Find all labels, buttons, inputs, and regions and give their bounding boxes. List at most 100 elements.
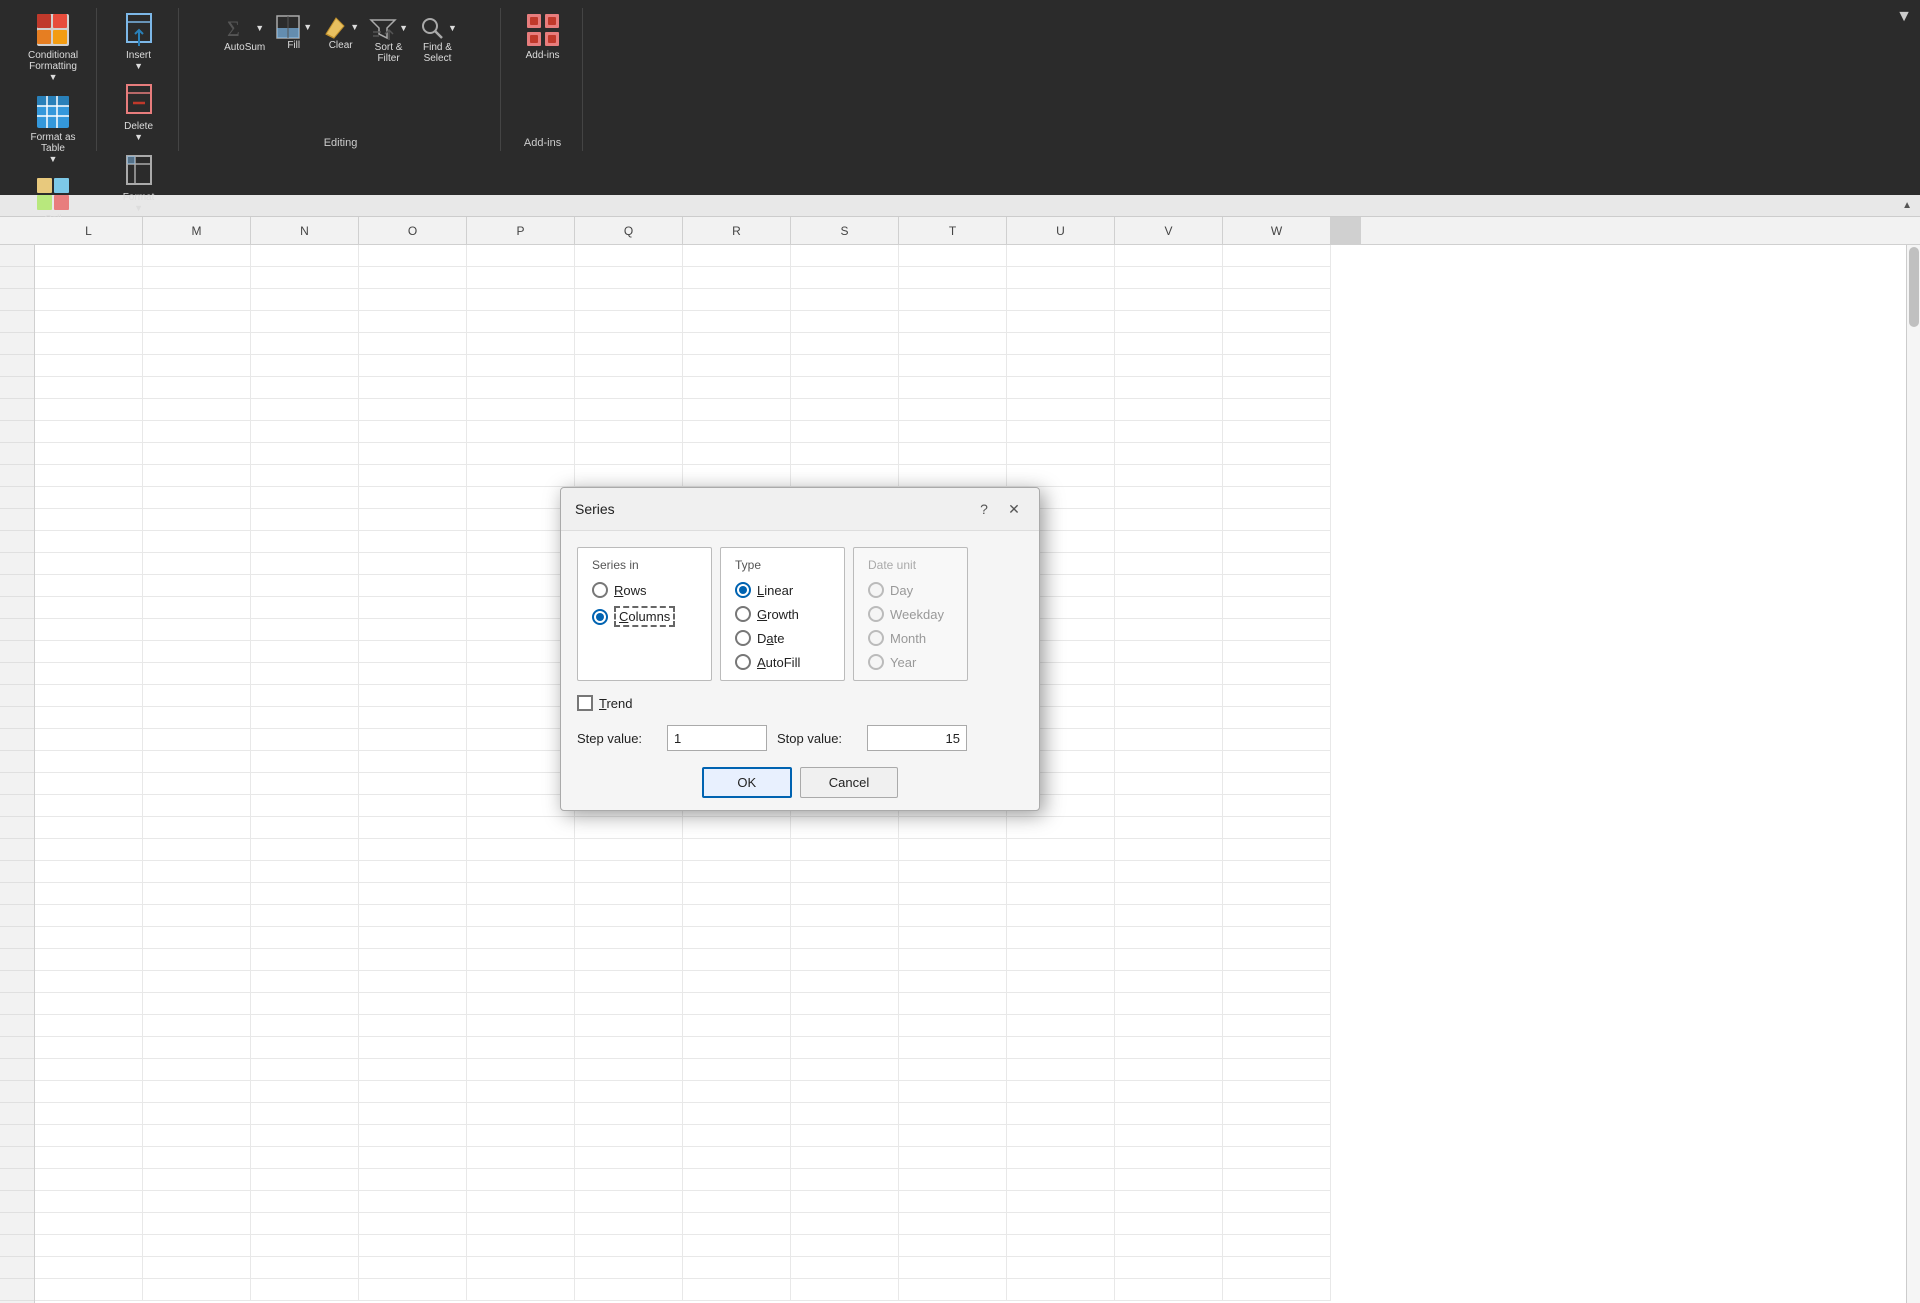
type-section: Type Linear Growth [720,547,845,681]
dialog-close-button[interactable]: ✕ [1003,498,1025,520]
year-radio[interactable] [868,654,884,670]
dialog-title-bar: Series ? ✕ [561,488,1039,531]
growth-radio[interactable] [735,606,751,622]
svg-text:Σ: Σ [227,16,240,41]
insert-button[interactable]: Insert ▼ [115,8,163,75]
date-unit-day-option[interactable]: Day [868,582,953,598]
date-radio[interactable] [735,630,751,646]
add-ins-label: Add-ins [526,50,560,61]
delete-dropdown-icon: ▼ [134,132,143,142]
delete-label: Delete [124,121,153,132]
clear-label: Clear [329,40,353,51]
cell-styles-icon [35,176,71,212]
month-label: Month [890,631,926,646]
spreadsheet: L M N O P Q R S T U V W [0,217,1920,1303]
rows-radio[interactable] [592,582,608,598]
autosum-button[interactable]: Σ ▼ AutoSum [224,14,265,53]
conditional-formatting-icon [35,12,71,48]
format-dropdown-icon: ▼ [134,203,143,213]
addins-group-label: Add-ins [524,137,561,151]
clear-button[interactable]: ▼ Clear [322,14,359,51]
fill-icon [275,14,301,40]
cancel-button[interactable]: Cancel [800,767,898,798]
conditional-formatting-label: ConditionalFormatting [28,50,78,72]
collapse-arrow-icon[interactable]: ▲ [1902,200,1912,211]
series-sections: Series in Rows Columns [577,547,1023,681]
format-button[interactable]: Format ▼ [115,150,163,217]
ribbon-toolbar: ConditionalFormatting ▼ Format asTable ▼ [0,0,1920,155]
month-radio[interactable] [868,630,884,646]
modal-overlay: Series ? ✕ Series in [0,217,1920,1303]
type-date-option[interactable]: Date [735,630,830,646]
trend-row: Trend [577,695,1023,711]
format-as-table-dropdown-icon: ▼ [49,154,58,164]
dialog-help-button[interactable]: ? [973,498,995,520]
stop-value-input[interactable] [867,725,967,751]
find-select-icon [418,14,446,42]
date-label: Date [757,631,784,646]
sort-filter-button[interactable]: ▼ Sort &Filter [369,14,408,64]
type-linear-option[interactable]: Linear [735,582,830,598]
columns-radio[interactable] [592,609,608,625]
autofill-label: AutoFill [757,655,800,670]
autosum-label: AutoSum [224,42,265,53]
clear-icon [322,14,348,40]
day-radio[interactable] [868,582,884,598]
dialog-body: Series in Rows Columns [561,531,1039,810]
autofill-radio[interactable] [735,654,751,670]
format-as-table-label: Format asTable [31,132,76,154]
format-label: Format [123,192,155,203]
step-value-label: Step value: [577,731,657,746]
dialog-title: Series [575,501,615,517]
autosum-icon: Σ [225,14,253,42]
sort-filter-dropdown-icon: ▼ [399,23,408,33]
fill-dropdown-icon: ▼ [303,22,312,32]
insert-icon [123,12,155,48]
find-select-dropdown-icon: ▼ [448,23,457,33]
format-icon [123,154,155,190]
type-label: Type [735,558,830,572]
conditional-formatting-dropdown-icon: ▼ [49,72,58,82]
series-in-rows-option[interactable]: Rows [592,582,697,598]
editing-group-label: Editing [324,137,358,151]
date-unit-month-option[interactable]: Month [868,630,953,646]
date-unit-year-option[interactable]: Year [868,654,953,670]
step-stop-value-row: Step value: Stop value: [577,725,1023,751]
ribbon-expand-icon: ▼ [1896,8,1912,25]
series-in-label: Series in [592,558,697,572]
weekday-label: Weekday [890,607,944,622]
date-unit-options: Day Weekday Month [868,582,953,670]
series-in-columns-option[interactable]: Columns [592,606,697,627]
ok-button[interactable]: OK [702,767,792,798]
scroll-indicator: ▲ [0,195,1920,217]
date-unit-section: Date unit Day Weekday [853,547,968,681]
ribbon-expand-button[interactable]: ▼ [1896,8,1912,26]
find-select-button[interactable]: ▼ Find &Select [418,14,457,64]
delete-button[interactable]: Delete ▼ [115,79,163,146]
type-options: Linear Growth Date [735,582,830,670]
year-label: Year [890,655,916,670]
ribbon-group-addins: Add-ins Add-ins [503,8,583,151]
ribbon-group-editing: Σ ▼ AutoSum ▼ [181,8,501,151]
conditional-formatting-button[interactable]: ConditionalFormatting ▼ [22,8,84,86]
series-in-options: Rows Columns [592,582,697,627]
add-ins-button[interactable]: Add-ins [517,8,569,65]
rows-label: Rows [614,583,647,598]
weekday-radio[interactable] [868,606,884,622]
fill-button[interactable]: ▼ Fill [275,14,312,51]
date-unit-label: Date unit [868,558,953,572]
fill-label: Fill [287,40,300,51]
autosum-dropdown-icon: ▼ [255,23,264,33]
linear-radio[interactable] [735,582,751,598]
trend-label: Trend [599,696,633,711]
type-growth-option[interactable]: Growth [735,606,830,622]
linear-label: Linear [757,583,793,598]
trend-checkbox[interactable] [577,695,593,711]
date-unit-weekday-option[interactable]: Weekday [868,606,953,622]
ribbon: ConditionalFormatting ▼ Format asTable ▼ [0,0,1920,195]
step-value-input[interactable] [667,725,767,751]
format-as-table-button[interactable]: Format asTable ▼ [23,90,83,168]
type-autofill-option[interactable]: AutoFill [735,654,830,670]
series-dialog: Series ? ✕ Series in [560,487,1040,811]
insert-dropdown-icon: ▼ [134,61,143,71]
